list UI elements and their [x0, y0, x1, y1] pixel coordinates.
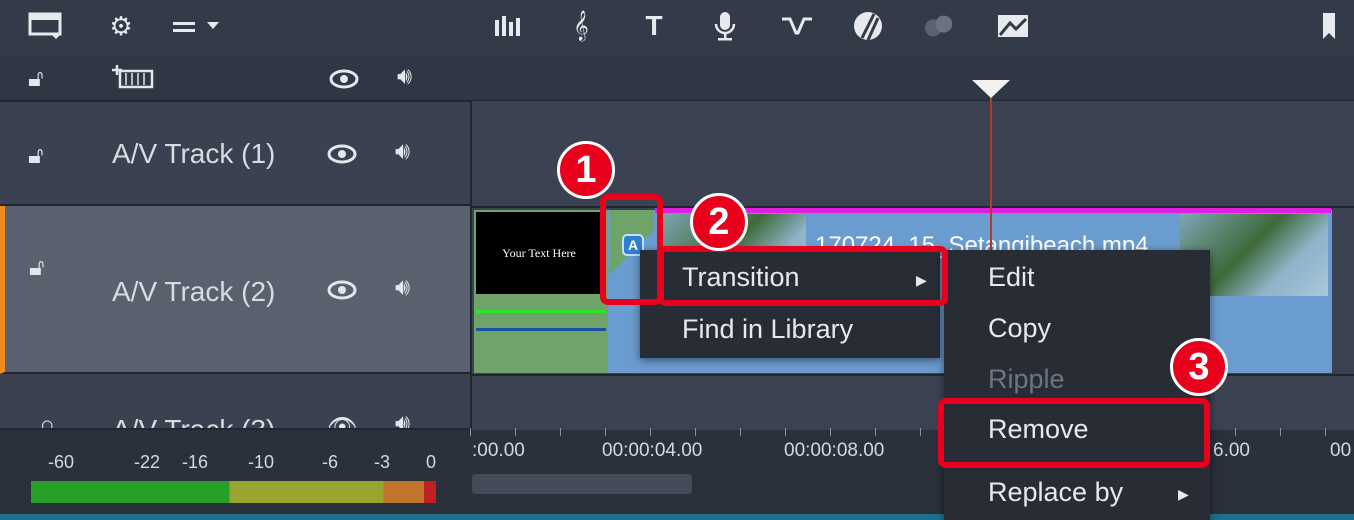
title-clip-line — [476, 310, 606, 313]
menu-item-find-in-library[interactable]: Find in Library — [682, 314, 853, 345]
ruler-label: 00:00:04.00 — [602, 440, 703, 461]
title-text-icon[interactable]: T — [637, 8, 671, 44]
ruler-ticks — [470, 428, 1354, 436]
track-audio-icon[interactable]: 🔊︎ — [395, 140, 410, 164]
music-icon[interactable]: 𝄞 — [564, 8, 598, 44]
lock-all-icon[interactable]: 🔓︎ — [28, 67, 44, 91]
track-row-3[interactable]: ○ A/V Track (3) 👁︎ 🔊︎ — [0, 374, 470, 430]
menu-item-copy[interactable]: Copy — [988, 313, 1051, 344]
highlight-transition-block — [600, 194, 663, 305]
toolbar: ⚙ 𝄞 T — [0, 0, 1354, 55]
track-name: A/V Track (2) — [112, 276, 276, 307]
clip-selection-bar — [655, 208, 1331, 213]
step-badge-2: 2 — [690, 193, 748, 251]
track-visibility-icon[interactable] — [327, 144, 357, 169]
image-edit-icon[interactable] — [996, 8, 1030, 44]
track-header-row: 🔓︎ 🔊︎ — [0, 55, 1354, 101]
track-audio-icon[interactable]: 🔊︎ — [395, 276, 410, 300]
track-visibility-icon[interactable]: 👁︎ — [327, 416, 357, 429]
track-lock-icon[interactable]: 🔓︎ — [28, 144, 44, 168]
track-name: A/V Track (1) — [112, 138, 276, 169]
meter-bar — [31, 481, 436, 503]
ruler-label: 00:00:08.00 — [784, 440, 885, 461]
submenu-arrow-icon: ▶ — [1178, 486, 1189, 502]
menu-item-ripple: Ripple — [988, 364, 1065, 394]
transition-curve-icon[interactable] — [780, 8, 814, 44]
bookmark-icon[interactable] — [1312, 8, 1346, 44]
playhead-handle[interactable] — [972, 80, 1010, 98]
audio-levels-icon[interactable] — [492, 8, 526, 44]
track-lock-icon[interactable]: ○ — [40, 414, 55, 429]
track-lock-icon[interactable]: 🔓︎ — [29, 256, 45, 280]
meter-label: -3 — [374, 452, 391, 472]
track-name: A/V Track (3) — [112, 414, 276, 430]
audio-meter — [0, 430, 470, 520]
highlight-remove-menu-item — [938, 398, 1210, 468]
highlight-transition-menu-item — [658, 246, 948, 306]
meter-label: -16 — [182, 452, 209, 472]
timeline-scrollbar[interactable] — [472, 474, 692, 494]
ruler-label: 6.00 — [1213, 440, 1250, 461]
add-track-icon[interactable] — [112, 63, 154, 96]
meter-label: 0 — [426, 452, 437, 472]
title-clip-line — [476, 328, 606, 331]
microphone-icon[interactable] — [708, 8, 742, 44]
settings-icon[interactable]: ⚙ — [104, 8, 138, 44]
visibility-all-icon[interactable] — [329, 69, 359, 94]
track-audio-icon[interactable]: 🔊︎ — [395, 412, 410, 429]
meter-label: -6 — [322, 452, 339, 472]
step-badge-1: 1 — [557, 141, 615, 199]
transition-submenu: Edit Copy Ripple Remove Replace by ▶ — [944, 250, 1210, 520]
meter-label: -10 — [248, 452, 275, 472]
overlay-circles-icon — [922, 8, 956, 44]
menu-item-edit[interactable]: Edit — [988, 262, 1035, 293]
audio-all-icon[interactable]: 🔊︎ — [397, 65, 412, 89]
meter-label: -60 — [48, 452, 75, 472]
step-badge-3: 3 — [1170, 338, 1228, 396]
ruler-label: :00.00 — [472, 440, 525, 461]
ruler-label: 00 — [1330, 440, 1352, 461]
track-options-icon[interactable] — [170, 8, 226, 44]
meter-label: -22 — [134, 452, 161, 472]
panel-layout-icon[interactable] — [28, 8, 62, 44]
title-clip-thumbnail: Your Text Here — [476, 212, 602, 294]
color-disc-icon[interactable] — [851, 8, 885, 44]
track-visibility-icon[interactable] — [327, 280, 357, 305]
track-row-1[interactable]: 🔓︎ A/V Track (1) 🔊︎ — [0, 102, 470, 206]
track-row-2[interactable]: 🔓︎ A/V Track (2) 🔊︎ — [0, 206, 470, 374]
menu-item-replace-by[interactable]: Replace by — [988, 477, 1123, 508]
